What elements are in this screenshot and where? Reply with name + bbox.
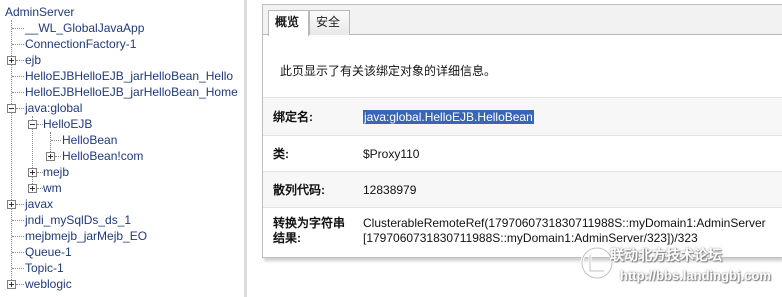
- expand-toggle-hellobean-com[interactable]: [46, 152, 55, 161]
- tree-node-helloejb[interactable]: HelloEJB: [43, 116, 92, 132]
- to-string-label-2: 结果:: [273, 231, 301, 245]
- tree-connector: [12, 236, 24, 237]
- watermark-text: 联动北方技术论坛: [610, 247, 722, 263]
- tree-node-wm[interactable]: wm: [43, 180, 62, 196]
- tree-connector: [16, 204, 24, 205]
- expand-toggle-weblogic[interactable]: [7, 280, 16, 289]
- tree-node-javax[interactable]: javax: [25, 196, 53, 212]
- detail-row-binding-name: 绑定名: java:global.HelloEJB.HelloBean: [263, 97, 782, 135]
- collapse-toggle-helloejb[interactable]: [28, 120, 37, 129]
- tree-node-jndi-mysqlds[interactable]: jndi_mySqlDs_ds_1: [25, 212, 131, 228]
- hash-code-label: 散列代码:: [273, 183, 325, 197]
- to-string-value-2: [1797060731830711988S::myDomain1:AdminSe…: [363, 231, 698, 245]
- tree-connector: [12, 28, 24, 29]
- hash-code-value: 12838979: [363, 183, 417, 197]
- tab-overview[interactable]: 概览: [268, 10, 309, 36]
- jndi-tree: AdminServer __WL_GlobalJavaApp Connectio…: [0, 0, 247, 297]
- tree-connector: [51, 140, 61, 141]
- watermark-url: http://bbs.landingbj.com: [620, 268, 771, 283]
- class-label: 类:: [273, 147, 289, 161]
- tree-node-adminserver[interactable]: AdminServer: [5, 4, 74, 20]
- tree-node-wl-globaljavaapp[interactable]: __WL_GlobalJavaApp: [25, 20, 144, 36]
- collapse-toggle-java-global[interactable]: [7, 104, 16, 113]
- tree-connector: [16, 60, 24, 61]
- tree-connector: [12, 268, 24, 269]
- expand-toggle-javax[interactable]: [7, 200, 16, 209]
- pane-splitter[interactable]: [244, 0, 247, 297]
- tree-node-ejb[interactable]: ejb: [25, 52, 41, 68]
- tree-node-mejb[interactable]: mejb: [43, 164, 69, 180]
- expand-toggle-wm[interactable]: [28, 184, 37, 193]
- tree-connector: [12, 220, 24, 221]
- expand-toggle-mejb[interactable]: [28, 168, 37, 177]
- tree-node-connectionfactory[interactable]: ConnectionFactory-1: [25, 36, 136, 52]
- tab-bar: 概览 安全: [263, 5, 782, 36]
- to-string-label: 转换为字符串: [273, 216, 346, 230]
- tree-node-hellobean-com[interactable]: HelloBean!com: [62, 148, 143, 164]
- tree-connector: [12, 92, 24, 93]
- tree-connector: [16, 108, 24, 109]
- detail-row-hash-code: 散列代码: 12838979: [263, 171, 782, 207]
- tree-connector: [12, 252, 24, 253]
- tree-connector: [12, 44, 24, 45]
- tree-node-mejb-eo[interactable]: mejbmejb_jarMejb_EO: [25, 228, 147, 244]
- tree-connector: [16, 284, 24, 285]
- binding-name-value[interactable]: java:global.HelloEJB.HelloBean: [363, 110, 534, 124]
- tree-node-hellobean[interactable]: HelloBean: [62, 132, 117, 148]
- detail-row-class: 类: $Proxy110: [263, 135, 782, 171]
- expand-toggle-ejb[interactable]: [7, 56, 16, 65]
- to-string-value: ClusterableRemoteRef(1797060731830711988…: [363, 216, 766, 230]
- page-description: 此页显示了有关该绑定对象的详细信息。: [280, 64, 497, 78]
- binding-details-panel: 概览 安全 此页显示了有关该绑定对象的详细信息。 绑定名: java:globa…: [262, 4, 782, 258]
- tree-node-topic-1[interactable]: Topic-1: [25, 260, 64, 276]
- class-value: $Proxy110: [363, 147, 420, 161]
- tree-node-hello-home[interactable]: HelloEJBHelloEJB_jarHelloBean_Home: [25, 84, 238, 100]
- tree-connector: [12, 76, 24, 77]
- tree-connector: [55, 156, 61, 157]
- tree-node-java-global[interactable]: java:global: [25, 100, 82, 116]
- tab-security[interactable]: 安全: [309, 10, 350, 35]
- tree-node-hello-remote[interactable]: HelloEJBHelloEJB_jarHelloBean_Hello: [25, 68, 233, 84]
- binding-name-label: 绑定名:: [273, 110, 313, 124]
- tree-node-weblogic[interactable]: weblogic: [25, 276, 72, 292]
- tree-node-queue-1[interactable]: Queue-1: [25, 244, 72, 260]
